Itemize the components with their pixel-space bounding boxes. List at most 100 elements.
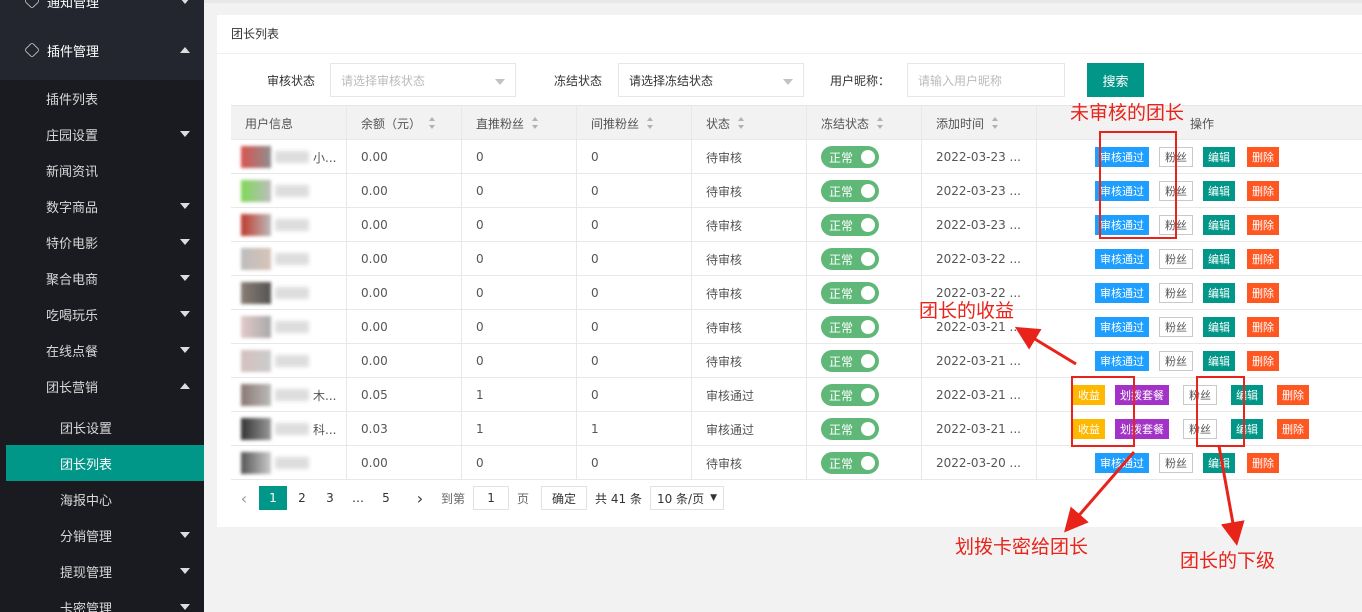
delete-button[interactable]: 删除 <box>1277 385 1309 405</box>
cell-balance-text: 0.00 <box>361 252 388 266</box>
cell-status-text: 待审核 <box>706 150 743 165</box>
sidebar-group-plugins[interactable]: 插件管理 <box>0 25 204 75</box>
fans-button[interactable]: 粉丝 <box>1159 317 1193 337</box>
fans-button[interactable]: 粉丝 <box>1159 283 1193 303</box>
cell-status: 待审核 <box>691 276 806 310</box>
sidebar-subitem-card-secret[interactable]: 卡密管理 <box>0 589 204 612</box>
header-indirect-fans[interactable]: 间推粉丝 <box>576 106 691 140</box>
freeze-toggle[interactable]: 正常 <box>821 248 879 270</box>
header-direct-fans[interactable]: 直推粉丝 <box>461 106 576 140</box>
edit-button[interactable]: 编辑 <box>1203 283 1235 303</box>
fans-button[interactable]: 粉丝 <box>1159 453 1193 473</box>
delete-button[interactable]: 删除 <box>1247 215 1279 235</box>
cell-time: 2022-03-20 ... <box>921 446 1036 480</box>
header-balance[interactable]: 余额（元） <box>346 106 461 140</box>
sidebar-item-plugin-list[interactable]: 插件列表 <box>0 80 204 116</box>
sidebar-item-movies[interactable]: 特价电影 <box>0 224 204 260</box>
page-button[interactable]: 3 <box>317 486 343 510</box>
delete-button[interactable]: 删除 <box>1247 453 1279 473</box>
fans-button[interactable]: 粉丝 <box>1159 351 1193 371</box>
delete-button[interactable]: 删除 <box>1277 419 1309 439</box>
edit-button[interactable]: 编辑 <box>1203 453 1235 473</box>
header-time[interactable]: 添加时间 <box>921 106 1036 140</box>
sort-icon[interactable] <box>877 117 884 129</box>
header-label: 状态 <box>706 116 731 131</box>
table-row: 0.00 0 0 待审核 正常 2022-03-23 ... 审核通过 粉丝 编辑 删除 <box>231 174 1362 208</box>
nickname-input[interactable]: 请输入用户昵称 <box>907 63 1065 97</box>
sidebar-subitem-label: 卡密管理 <box>60 601 113 612</box>
page-size-select[interactable]: 10 条/页 ▼ <box>649 486 725 510</box>
toggle-knob <box>861 150 875 164</box>
sidebar-item-ecommerce[interactable]: 聚合电商 <box>0 260 204 296</box>
avatar <box>241 418 271 440</box>
approve-button[interactable]: 审核通过 <box>1095 283 1149 303</box>
page-button[interactable]: 5 <box>373 486 399 510</box>
freeze-status-select[interactable]: 请选择冻结状态 <box>618 63 804 97</box>
freeze-toggle[interactable]: 正常 <box>821 180 879 202</box>
delete-button[interactable]: 删除 <box>1247 283 1279 303</box>
page-button[interactable]: 1 <box>259 486 287 510</box>
page-button[interactable]: 2 <box>289 486 315 510</box>
fans-button[interactable]: 粉丝 <box>1159 249 1193 269</box>
approve-button[interactable]: 审核通过 <box>1095 351 1149 371</box>
cell-indirect-fans-text: 0 <box>591 150 599 164</box>
prev-page-button[interactable]: ‹ <box>231 486 257 510</box>
cell-indirect-fans-text: 0 <box>591 354 599 368</box>
sidebar-subitem-distribution[interactable]: 分销管理 <box>0 517 204 553</box>
delete-button[interactable]: 删除 <box>1247 351 1279 371</box>
approve-button[interactable]: 审核通过 <box>1095 249 1149 269</box>
cell-indirect-fans-text: 0 <box>591 388 599 402</box>
sidebar-item-news[interactable]: 新闻资讯 <box>0 152 204 188</box>
delete-button[interactable]: 删除 <box>1247 181 1279 201</box>
sort-icon[interactable] <box>429 117 436 129</box>
edit-button[interactable]: 编辑 <box>1203 215 1235 235</box>
edit-button[interactable]: 编辑 <box>1203 317 1235 337</box>
goto-confirm-button[interactable]: 确定 <box>541 486 588 510</box>
sidebar-item-leader-marketing[interactable]: 团长营销 <box>0 368 204 404</box>
freeze-toggle[interactable]: 正常 <box>821 452 879 474</box>
sort-icon[interactable] <box>738 117 745 129</box>
header-status[interactable]: 状态 <box>691 106 806 140</box>
cell-indirect-fans: 0 <box>576 310 691 344</box>
sidebar-subitem-withdraw[interactable]: 提现管理 <box>0 553 204 589</box>
sidebar-item-digital[interactable]: 数字商品 <box>0 188 204 224</box>
approve-button[interactable]: 审核通过 <box>1095 317 1149 337</box>
freeze-toggle[interactable]: 正常 <box>821 282 879 304</box>
cell-direct-fans-text: 0 <box>476 286 484 300</box>
sort-icon[interactable] <box>532 117 539 129</box>
audit-status-select[interactable]: 请选择审核状态 <box>330 63 516 97</box>
sidebar-subitem-poster[interactable]: 海报中心 <box>0 481 204 517</box>
edit-button[interactable]: 编辑 <box>1203 351 1235 371</box>
edit-button[interactable]: 编辑 <box>1203 181 1235 201</box>
delete-button[interactable]: 删除 <box>1247 147 1279 167</box>
toggle-knob <box>861 388 875 402</box>
edit-button[interactable]: 编辑 <box>1203 147 1235 167</box>
sidebar: 通知管理 插件管理 插件列表 庄园设置 新闻资讯 数字商品 特价电影 聚合电商 … <box>0 0 204 612</box>
approve-button[interactable]: 审核通过 <box>1095 453 1149 473</box>
header-freeze[interactable]: 冻结状态 <box>806 106 921 140</box>
search-button[interactable]: 搜索 <box>1087 63 1144 97</box>
freeze-toggle[interactable]: 正常 <box>821 214 879 236</box>
goto-page-input[interactable]: 1 <box>473 486 510 510</box>
sidebar-item-ordering[interactable]: 在线点餐 <box>0 332 204 368</box>
header-user[interactable]: 用户信息 <box>231 106 346 140</box>
sidebar-subitem-leader-list[interactable]: 团长列表 <box>6 445 204 481</box>
delete-button[interactable]: 删除 <box>1247 317 1279 337</box>
delete-button[interactable]: 删除 <box>1247 249 1279 269</box>
next-page-button[interactable]: › <box>407 486 433 510</box>
cell-freeze: 正常 <box>806 276 921 310</box>
cell-status: 待审核 <box>691 174 806 208</box>
sidebar-subitem-leader-settings[interactable]: 团长设置 <box>0 409 204 445</box>
sidebar-group-notice[interactable]: 通知管理 <box>0 0 204 26</box>
sidebar-item-food-fun[interactable]: 吃喝玩乐 <box>0 296 204 332</box>
sort-icon[interactable] <box>992 117 999 129</box>
freeze-toggle[interactable]: 正常 <box>821 316 879 338</box>
sort-icon[interactable] <box>647 117 654 129</box>
sidebar-item-farm[interactable]: 庄园设置 <box>0 116 204 152</box>
freeze-toggle[interactable]: 正常 <box>821 350 879 372</box>
toggle-knob <box>861 184 875 198</box>
freeze-toggle[interactable]: 正常 <box>821 418 879 440</box>
edit-button[interactable]: 编辑 <box>1203 249 1235 269</box>
freeze-toggle[interactable]: 正常 <box>821 384 879 406</box>
freeze-toggle[interactable]: 正常 <box>821 146 879 168</box>
